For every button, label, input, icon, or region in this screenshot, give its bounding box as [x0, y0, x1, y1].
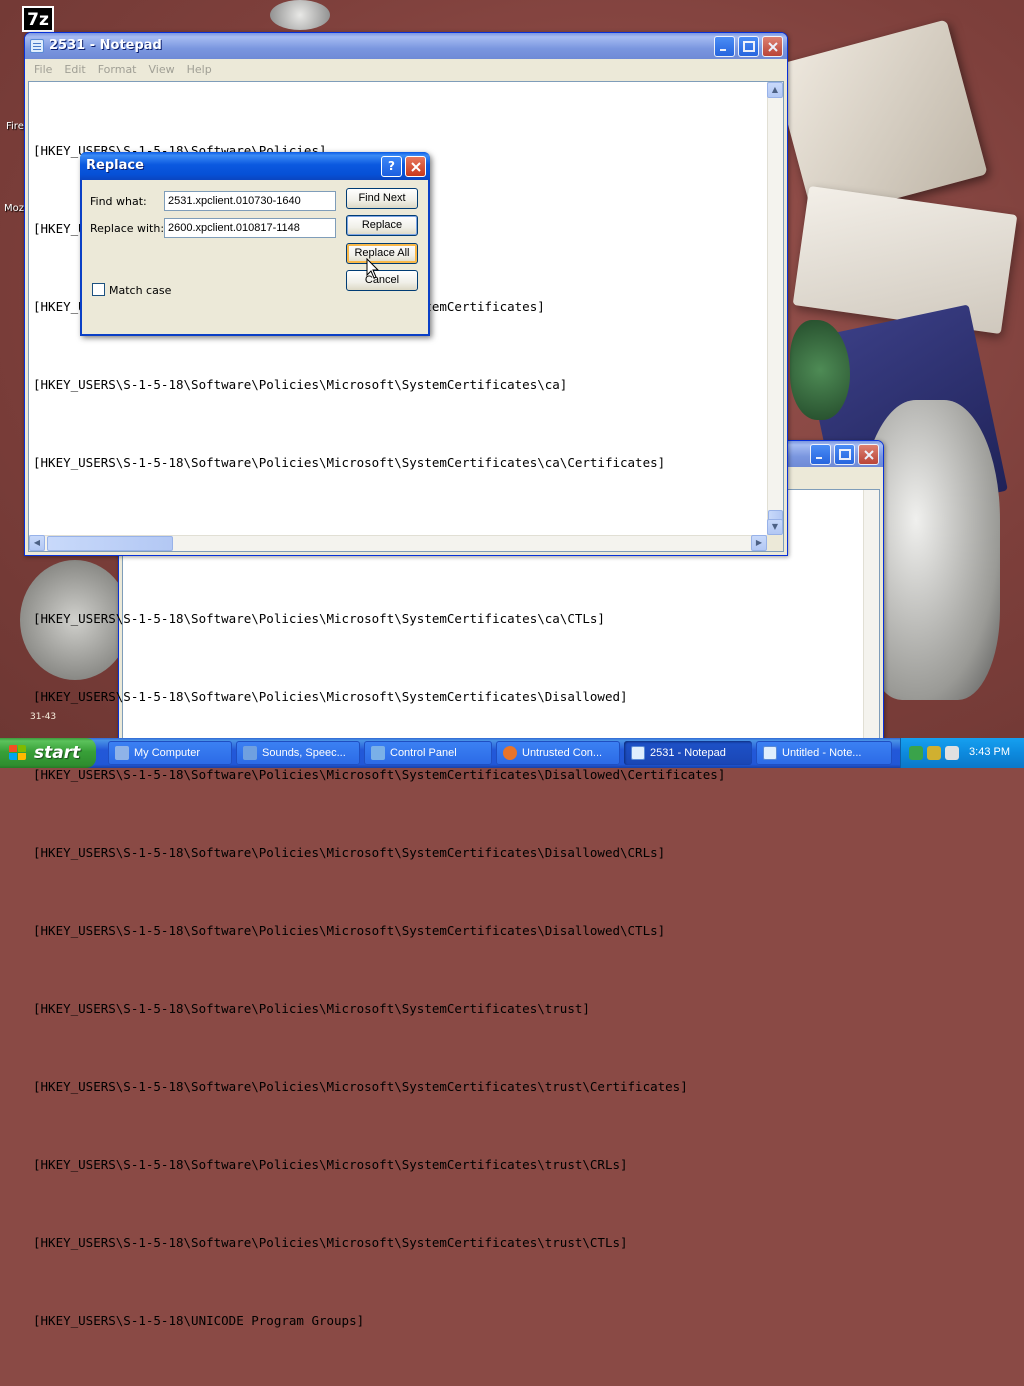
- text-line: [HKEY_USERS\S-1-5-18\Software\Policies\M…: [33, 611, 605, 626]
- task-sounds-speech[interactable]: Sounds, Speec...: [236, 741, 360, 765]
- system-tray: 3:43 PM: [900, 738, 1024, 768]
- minimize-icon: [816, 457, 822, 459]
- text-line: [HKEY_USERS\S-1-5-18\Software\Policies\M…: [33, 845, 666, 860]
- help-button[interactable]: ?: [381, 156, 402, 177]
- wallpaper-knob: [270, 0, 330, 30]
- dialog-title: Replace: [86, 158, 144, 173]
- window-title: 2531 - Notepad: [49, 38, 162, 53]
- close-icon: [768, 42, 778, 52]
- clock[interactable]: 3:43 PM: [969, 746, 1010, 758]
- task-label: My Computer: [134, 747, 201, 759]
- maximize-button[interactable]: [738, 36, 759, 57]
- firefox-icon: [503, 746, 517, 760]
- notepad-icon: [631, 746, 645, 760]
- minimize-icon: [720, 49, 726, 51]
- text-line: [HKEY_USERS\S-1-5-18\Software\Policies\M…: [33, 1157, 628, 1172]
- horizontal-scrollbar[interactable]: ◀ ▶: [29, 535, 767, 551]
- menu-format[interactable]: Format: [92, 60, 143, 79]
- task-untrusted-connection[interactable]: Untrusted Con...: [496, 741, 620, 765]
- start-button[interactable]: start: [0, 738, 96, 768]
- task-label: 2531 - Notepad: [650, 747, 726, 759]
- wallpaper-book: [792, 185, 1018, 335]
- find-next-button[interactable]: Find Next: [346, 188, 418, 209]
- task-control-panel[interactable]: Control Panel: [364, 741, 492, 765]
- close-icon: [411, 162, 421, 172]
- desktop-icon-label-firefox[interactable]: Fire: [6, 121, 24, 132]
- notepad-icon: [763, 746, 777, 760]
- scroll-right-arrow[interactable]: ▶: [751, 535, 767, 551]
- maximize-icon: [743, 41, 755, 52]
- replace-all-button[interactable]: Replace All: [346, 243, 418, 264]
- menu-edit[interactable]: Edit: [58, 60, 91, 79]
- text-line: [HKEY_USERS\S-1-5-18\Software\Policies\M…: [33, 377, 568, 392]
- help-icon: ?: [388, 159, 395, 173]
- start-label: start: [34, 743, 81, 763]
- scroll-up-arrow[interactable]: ▲: [767, 82, 783, 98]
- scroll-down-arrow[interactable]: ▼: [767, 519, 783, 535]
- mouse-pointer-icon: [366, 258, 380, 279]
- minimize-button[interactable]: [714, 36, 735, 57]
- task-label: Untitled - Note...: [782, 747, 862, 759]
- menu-bar: File Edit Format View Help: [28, 60, 784, 80]
- text-line: [HKEY_USERS\S-1-5-18\Software\Policies\M…: [33, 1001, 590, 1016]
- text-line: [HKEY_USERS\S-1-5-18\UNICODE Program Gro…: [33, 1313, 365, 1328]
- replace-dialog-titlebar[interactable]: Replace: [80, 152, 430, 180]
- task-label: Sounds, Speec...: [262, 747, 346, 759]
- vertical-scrollbar[interactable]: ▲ ▼: [767, 82, 783, 535]
- menu-view[interactable]: View: [143, 60, 181, 79]
- close-button[interactable]: [762, 36, 783, 57]
- match-case-checkbox[interactable]: [92, 283, 105, 296]
- close-icon: [864, 450, 874, 460]
- windows-flag-icon: [9, 745, 27, 761]
- close-button[interactable]: [858, 444, 879, 465]
- replace-with-label: Replace with:: [90, 222, 165, 235]
- scroll-left-arrow[interactable]: ◀: [29, 535, 45, 551]
- replace-with-input[interactable]: 2600.xpclient.010817-1148: [164, 218, 336, 238]
- find-what-input[interactable]: 2531.xpclient.010730-1640: [164, 191, 336, 211]
- text-line: [HKEY_USERS\S-1-5-18\Software\Policies\M…: [33, 689, 628, 704]
- security-icon[interactable]: [927, 746, 941, 760]
- task-label: Control Panel: [390, 747, 457, 759]
- my-computer-icon: [115, 746, 129, 760]
- maximize-icon: [839, 449, 851, 460]
- menu-help[interactable]: Help: [181, 60, 218, 79]
- task-2531-notepad[interactable]: 2531 - Notepad: [624, 741, 752, 765]
- network-icon[interactable]: [909, 746, 923, 760]
- notepad-main-titlebar[interactable]: 2531 - Notepad: [25, 33, 787, 59]
- wallpaper-book: [772, 19, 988, 221]
- close-button[interactable]: [405, 156, 426, 177]
- task-my-computer[interactable]: My Computer: [108, 741, 232, 765]
- sevenzip-desktop-icon[interactable]: 7z: [22, 6, 54, 32]
- replace-dialog[interactable]: Replace ? Find what: 2531.xpclient.01073…: [80, 152, 430, 336]
- control-panel-icon: [371, 746, 385, 760]
- replace-button[interactable]: Replace: [346, 215, 418, 236]
- text-line: [HKEY_USERS\S-1-5-18\Software\Policies\M…: [33, 1235, 628, 1250]
- text-line: [HKEY_USERS\S-1-5-18\Software\Policies\M…: [33, 455, 666, 470]
- control-panel-icon: [243, 746, 257, 760]
- maximize-button[interactable]: [834, 444, 855, 465]
- task-untitled-notepad[interactable]: Untitled - Note...: [756, 741, 892, 765]
- scrollbar-corner: [767, 535, 783, 551]
- volume-icon[interactable]: [945, 746, 959, 760]
- cancel-button[interactable]: Cancel: [346, 270, 418, 291]
- vertical-scrollbar[interactable]: [863, 490, 879, 738]
- notepad-icon: [30, 39, 44, 53]
- text-line: [HKEY_USERS\S-1-5-18\Software\Policies\M…: [33, 923, 666, 938]
- text-line: [HKEY_USERS\S-1-5-18\Software\Policies\M…: [33, 1079, 688, 1094]
- match-case-label[interactable]: Match case: [109, 284, 171, 297]
- menu-file[interactable]: File: [28, 60, 58, 79]
- desktop-icon-label-mozilla[interactable]: Moz: [4, 203, 24, 214]
- find-what-label: Find what:: [90, 195, 147, 208]
- minimize-button[interactable]: [810, 444, 831, 465]
- taskbar: start My Computer Sounds, Speec... Contr…: [0, 738, 1024, 768]
- horizontal-scroll-thumb[interactable]: [47, 536, 173, 551]
- task-label: Untrusted Con...: [522, 747, 603, 759]
